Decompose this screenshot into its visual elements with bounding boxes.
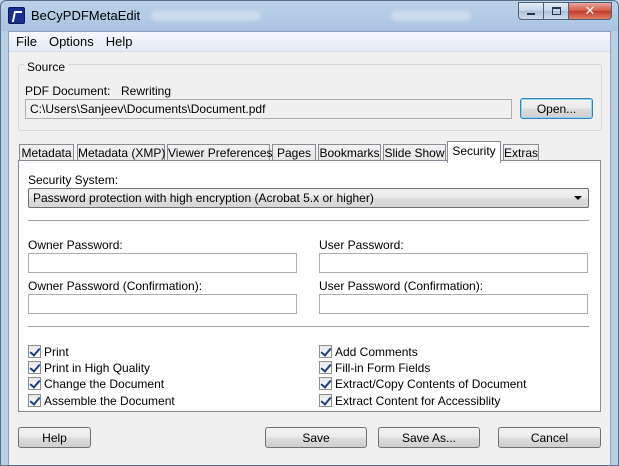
title-bar[interactable]: BeCyPDFMetaEdit ✕ <box>1 1 618 31</box>
owner-password-confirm-input[interactable] <box>28 294 297 314</box>
blurred-title-region <box>151 11 261 21</box>
user-password-input[interactable] <box>319 253 588 273</box>
save-as-button[interactable]: Save As... <box>378 427 480 448</box>
tab-security[interactable]: Security <box>447 141 501 163</box>
cancel-button[interactable]: Cancel <box>498 427 601 448</box>
permission-label: Extract Content for Accessiblity <box>335 393 501 408</box>
permission-assemble-document[interactable]: Assemble the Document <box>28 393 175 408</box>
permission-add-comments[interactable]: Add Comments <box>319 344 418 359</box>
chevron-down-icon[interactable] <box>574 196 582 200</box>
menu-options[interactable]: Options <box>43 32 100 52</box>
permission-label: Fill-in Form Fields <box>335 360 431 375</box>
permission-label: Print in High Quality <box>44 360 151 375</box>
security-system-value: Password protection with high encryption… <box>33 191 374 205</box>
maximize-icon <box>551 7 561 15</box>
app-window: BeCyPDFMetaEdit ✕ File Options Help Sour… <box>0 0 619 466</box>
separator <box>28 326 589 328</box>
client-area: File Options Help Source PDF Document: R… <box>8 31 611 465</box>
checkbox[interactable] <box>28 361 41 374</box>
pdf-document-label: PDF Document: <box>25 84 111 98</box>
permission-extract-for-accessibility[interactable]: Extract Content for Accessiblity <box>319 393 500 408</box>
user-password-label: User Password: <box>319 238 404 252</box>
owner-password-confirm-label: Owner Password (Confirmation): <box>28 279 203 293</box>
permission-label: Extract/Copy Contents of Document <box>335 376 527 391</box>
help-button[interactable]: Help <box>18 427 91 448</box>
checkbox[interactable] <box>319 394 332 407</box>
checkbox[interactable] <box>28 345 41 358</box>
permission-label: Add Comments <box>335 344 418 359</box>
permission-print-high-quality[interactable]: Print in High Quality <box>28 360 150 375</box>
document-path-field[interactable] <box>25 99 512 119</box>
window-title: BeCyPDFMetaEdit <box>31 8 141 23</box>
permission-label: Change the Document <box>44 376 165 391</box>
permission-label: Assemble the Document <box>44 393 175 408</box>
checkbox[interactable] <box>319 361 332 374</box>
checkbox[interactable] <box>319 345 332 358</box>
menu-file[interactable]: File <box>9 32 43 52</box>
open-button[interactable]: Open... <box>520 98 593 119</box>
source-group-title: Source <box>24 60 69 74</box>
owner-password-label: Owner Password: <box>28 238 123 252</box>
checkbox[interactable] <box>319 377 332 390</box>
separator <box>28 220 589 222</box>
security-system-select[interactable]: Password protection with high encryption… <box>28 188 589 208</box>
caption-buttons: ✕ <box>518 2 612 20</box>
pdf-document-mode: Rewriting <box>121 84 172 98</box>
checkbox[interactable] <box>28 377 41 390</box>
security-panel: Security System: Password protection wit… <box>18 160 601 412</box>
permission-label: Print <box>44 344 69 359</box>
user-password-confirm-input[interactable] <box>319 294 588 314</box>
app-logo-icon[interactable] <box>8 7 25 24</box>
blurred-title-region <box>391 11 471 21</box>
close-button[interactable]: ✕ <box>568 2 612 20</box>
save-button[interactable]: Save <box>265 427 367 448</box>
user-password-confirm-label: User Password (Confirmation): <box>319 279 484 293</box>
maximize-button[interactable] <box>543 2 569 20</box>
permission-fill-in-form-fields[interactable]: Fill-in Form Fields <box>319 360 430 375</box>
permission-extract-copy-contents[interactable]: Extract/Copy Contents of Document <box>319 376 526 391</box>
minimize-icon <box>527 13 535 15</box>
owner-password-input[interactable] <box>28 253 297 273</box>
menu-bar: File Options Help <box>9 32 610 52</box>
minimize-button[interactable] <box>518 2 544 20</box>
close-icon: ✕ <box>584 3 596 18</box>
checkbox[interactable] <box>28 394 41 407</box>
menu-help[interactable]: Help <box>100 32 139 52</box>
security-system-label: Security System: <box>28 173 119 187</box>
permission-change-document[interactable]: Change the Document <box>28 376 164 391</box>
permission-print[interactable]: Print <box>28 344 69 359</box>
